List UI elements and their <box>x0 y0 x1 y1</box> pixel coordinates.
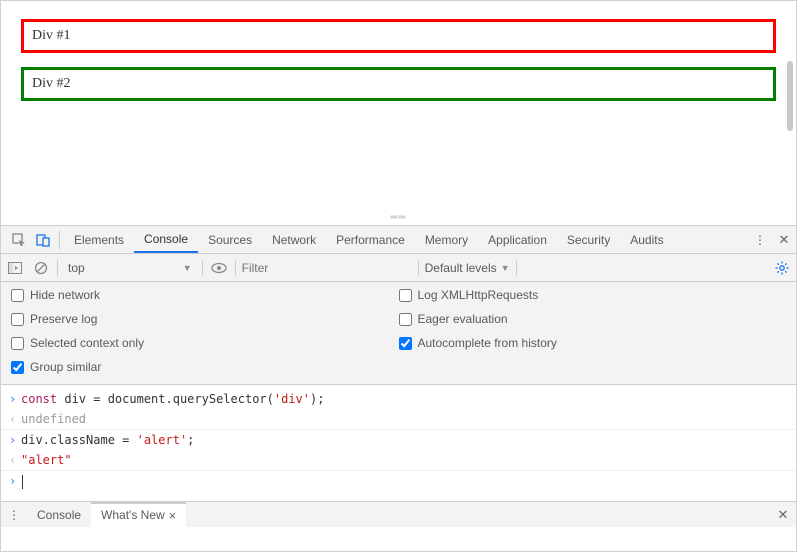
devtools-resize-handle[interactable]: ══ <box>1 215 796 225</box>
console-settings-icon[interactable] <box>772 261 792 275</box>
devtools-drawer: ⋮ Console What's New × ✕ <box>1 501 796 527</box>
tab-security[interactable]: Security <box>557 226 620 253</box>
autocomplete-history-label: Autocomplete from history <box>418 336 557 350</box>
div-2-text: Div #2 <box>32 76 71 91</box>
hide-network-label: Hide network <box>30 288 100 302</box>
tab-memory-label: Memory <box>425 233 468 247</box>
selected-context-only-checkbox[interactable]: Selected context only <box>11 336 399 350</box>
tab-console-label: Console <box>144 232 188 246</box>
close-drawer-icon[interactable]: ✕ <box>770 507 796 523</box>
eager-evaluation-checkbox[interactable]: Eager evaluation <box>399 312 787 326</box>
console-settings-panel: Hide network Preserve log Selected conte… <box>1 282 796 385</box>
selected-context-only-label: Selected context only <box>30 336 144 350</box>
tab-performance[interactable]: Performance <box>326 226 415 253</box>
text-cursor <box>22 475 23 489</box>
clear-console-icon[interactable] <box>31 261 51 275</box>
result-arrow-icon: ‹ <box>9 410 21 428</box>
console-input-line: › div.className = 'alert'; <box>1 430 796 450</box>
drawer-tab-console-label: Console <box>37 508 81 522</box>
group-similar-checkbox[interactable]: Group similar <box>11 360 399 374</box>
close-tab-icon[interactable]: × <box>169 508 177 523</box>
tab-network[interactable]: Network <box>262 226 326 253</box>
chevron-down-icon: ▼ <box>183 263 192 273</box>
drawer-tab-console[interactable]: Console <box>27 502 91 527</box>
drawer-tab-whatsnew[interactable]: What's New × <box>91 502 186 527</box>
console-filter-input[interactable] <box>242 261 412 275</box>
console-input-line: › const div = document.querySelector('di… <box>1 389 796 409</box>
tab-application-label: Application <box>488 233 547 247</box>
tab-performance-label: Performance <box>336 233 405 247</box>
tab-application[interactable]: Application <box>478 226 557 253</box>
drawer-more-icon[interactable]: ⋮ <box>1 508 27 522</box>
more-options-icon[interactable]: ⋮ <box>748 226 772 253</box>
log-levels-label: Default levels <box>425 261 497 275</box>
eager-evaluation-label: Eager evaluation <box>418 312 508 326</box>
log-xhr-label: Log XMLHttpRequests <box>418 288 539 302</box>
close-devtools-icon[interactable]: ✕ <box>772 226 796 253</box>
tab-audits[interactable]: Audits <box>620 226 673 253</box>
tab-security-label: Security <box>567 233 610 247</box>
div-1-text: Div #1 <box>32 28 71 43</box>
tab-console[interactable]: Console <box>134 226 198 253</box>
chevron-down-icon: ▼ <box>501 263 510 273</box>
console-output[interactable]: › const div = document.querySelector('di… <box>1 385 796 501</box>
console-code: div.className = 'alert'; <box>21 431 194 449</box>
execution-context-selector[interactable]: top ▼ <box>64 261 196 275</box>
autocomplete-history-checkbox[interactable]: Autocomplete from history <box>399 336 787 350</box>
tab-memory[interactable]: Memory <box>415 226 478 253</box>
rendered-page: Div #1 Div #2 ══ <box>1 1 796 225</box>
log-levels-selector[interactable]: Default levels ▼ <box>425 261 510 275</box>
result-arrow-icon: ‹ <box>9 451 21 469</box>
tab-network-label: Network <box>272 233 316 247</box>
drawer-tab-whatsnew-label: What's New <box>101 508 165 522</box>
toggle-console-sidebar-icon[interactable] <box>5 262 25 274</box>
execution-context-label: top <box>68 261 85 275</box>
prompt-arrow-icon: › <box>9 472 21 490</box>
devtools-panel: Elements Console Sources Network Perform… <box>1 225 796 527</box>
console-result-line: ‹ undefined <box>1 409 796 430</box>
div-2: Div #2 <box>21 67 776 101</box>
tab-audits-label: Audits <box>630 233 663 247</box>
div-1: Div #1 <box>21 19 776 53</box>
preserve-log-checkbox[interactable]: Preserve log <box>11 312 399 326</box>
log-xhr-checkbox[interactable]: Log XMLHttpRequests <box>399 288 787 302</box>
group-similar-label: Group similar <box>30 360 101 374</box>
toggle-device-toolbar-icon[interactable] <box>31 226 55 253</box>
prompt-arrow-icon: › <box>9 390 21 408</box>
hide-network-checkbox[interactable]: Hide network <box>11 288 399 302</box>
tab-sources-label: Sources <box>208 233 252 247</box>
tab-elements[interactable]: Elements <box>64 226 134 253</box>
console-code: const div = document.querySelector('div'… <box>21 390 324 408</box>
live-expression-icon[interactable] <box>209 262 229 274</box>
console-toolbar: top ▼ Default levels ▼ <box>1 254 796 282</box>
console-result: undefined <box>21 410 86 428</box>
tab-elements-label: Elements <box>74 233 124 247</box>
page-scrollbar[interactable] <box>787 61 793 131</box>
devtools-tab-bar: Elements Console Sources Network Perform… <box>1 226 796 254</box>
tab-sources[interactable]: Sources <box>198 226 262 253</box>
console-result-line: ‹ "alert" <box>1 450 796 471</box>
inspect-element-icon[interactable] <box>7 226 31 253</box>
console-prompt[interactable]: › <box>1 471 796 491</box>
console-result: "alert" <box>21 451 72 469</box>
prompt-arrow-icon: › <box>9 431 21 449</box>
preserve-log-label: Preserve log <box>30 312 97 326</box>
